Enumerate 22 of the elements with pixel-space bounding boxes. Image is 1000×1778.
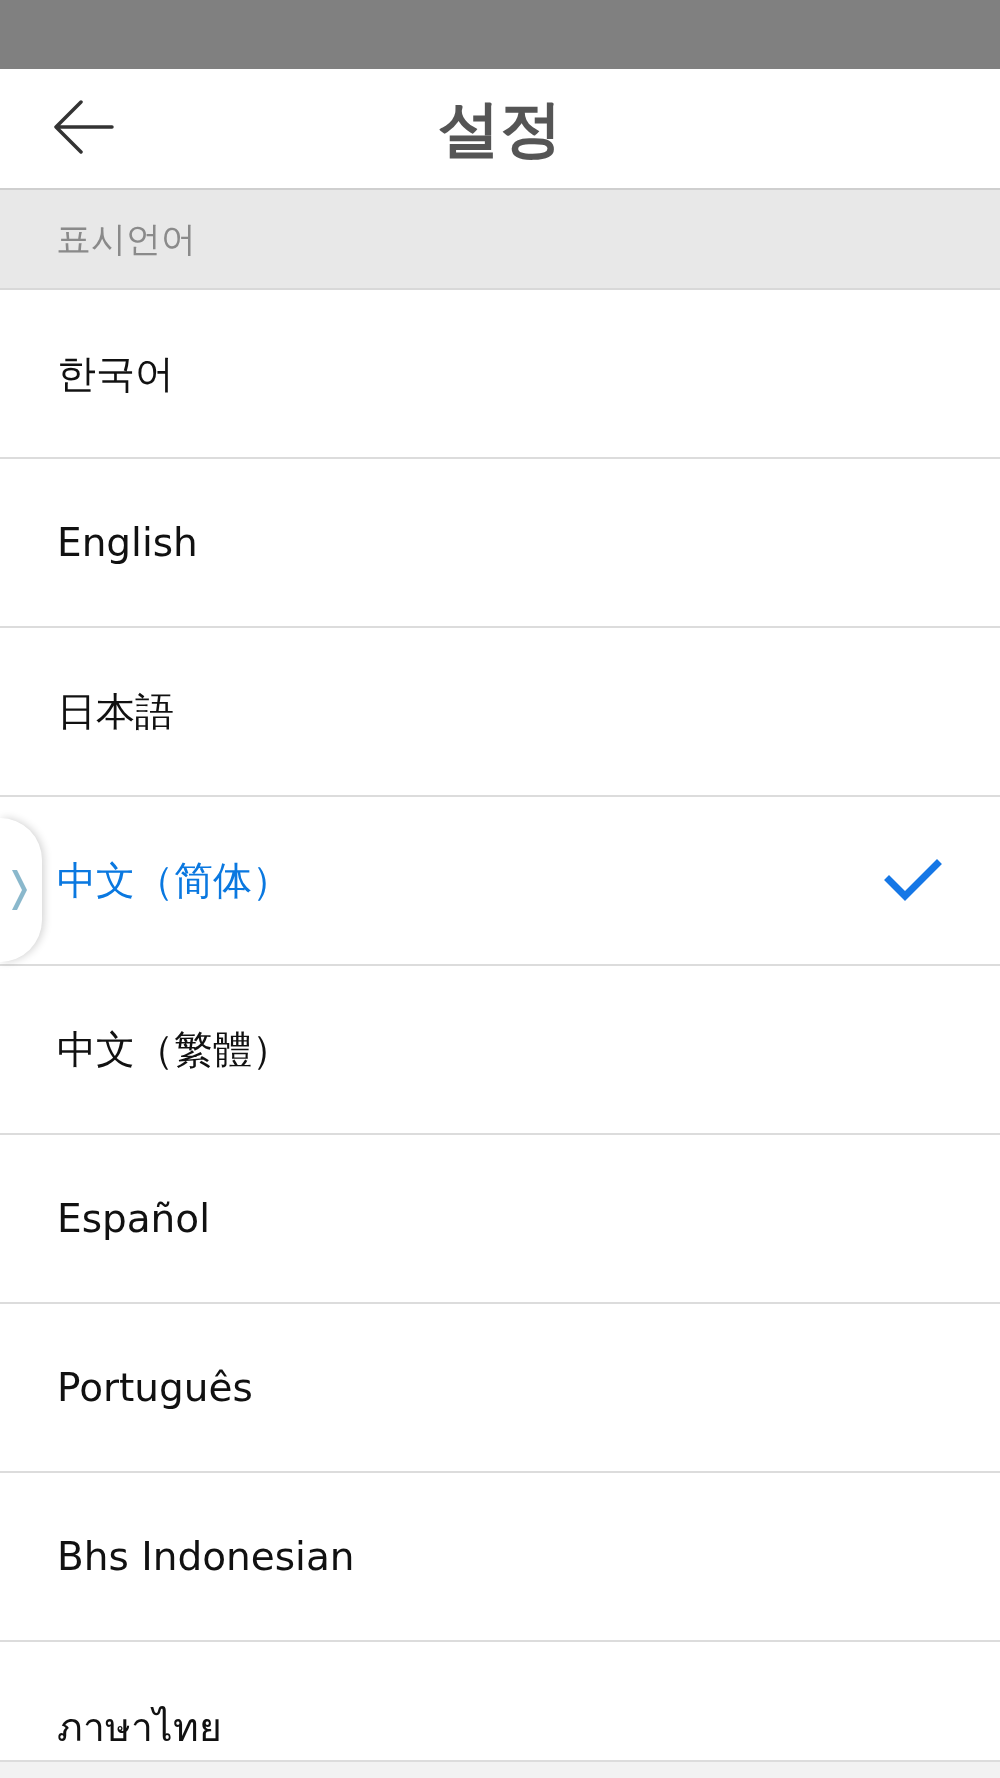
language-label: English (57, 523, 198, 562)
language-option[interactable]: Bhs Indonesian (0, 1473, 1000, 1642)
language-option[interactable]: ภาษาไทย (0, 1642, 1000, 1762)
section-title: 표시언어 (56, 221, 196, 257)
language-option[interactable]: Português (0, 1304, 1000, 1473)
language-label: Bhs Indonesian (57, 1537, 355, 1576)
language-label: 한국어 (57, 354, 174, 393)
language-option[interactable]: 日本語 (0, 628, 1000, 797)
back-arrow-icon (54, 100, 114, 154)
language-option[interactable]: 한국어 (0, 290, 1000, 459)
page-title: 설정 (438, 97, 562, 160)
language-label: Português (57, 1368, 253, 1407)
language-label: ภาษาไทย (57, 1708, 222, 1747)
language-label: 中文（繁體） (57, 1030, 291, 1069)
language-option[interactable]: Español (0, 1135, 1000, 1304)
language-option[interactable]: 中文（简体） (0, 797, 1000, 966)
language-label: 日本語 (57, 692, 174, 731)
language-label: 中文（简体） (57, 861, 291, 900)
chevron-right-icon (12, 870, 27, 910)
language-option[interactable]: English (0, 459, 1000, 628)
language-option[interactable]: 中文（繁體） (0, 966, 1000, 1135)
language-label: Español (57, 1199, 211, 1238)
